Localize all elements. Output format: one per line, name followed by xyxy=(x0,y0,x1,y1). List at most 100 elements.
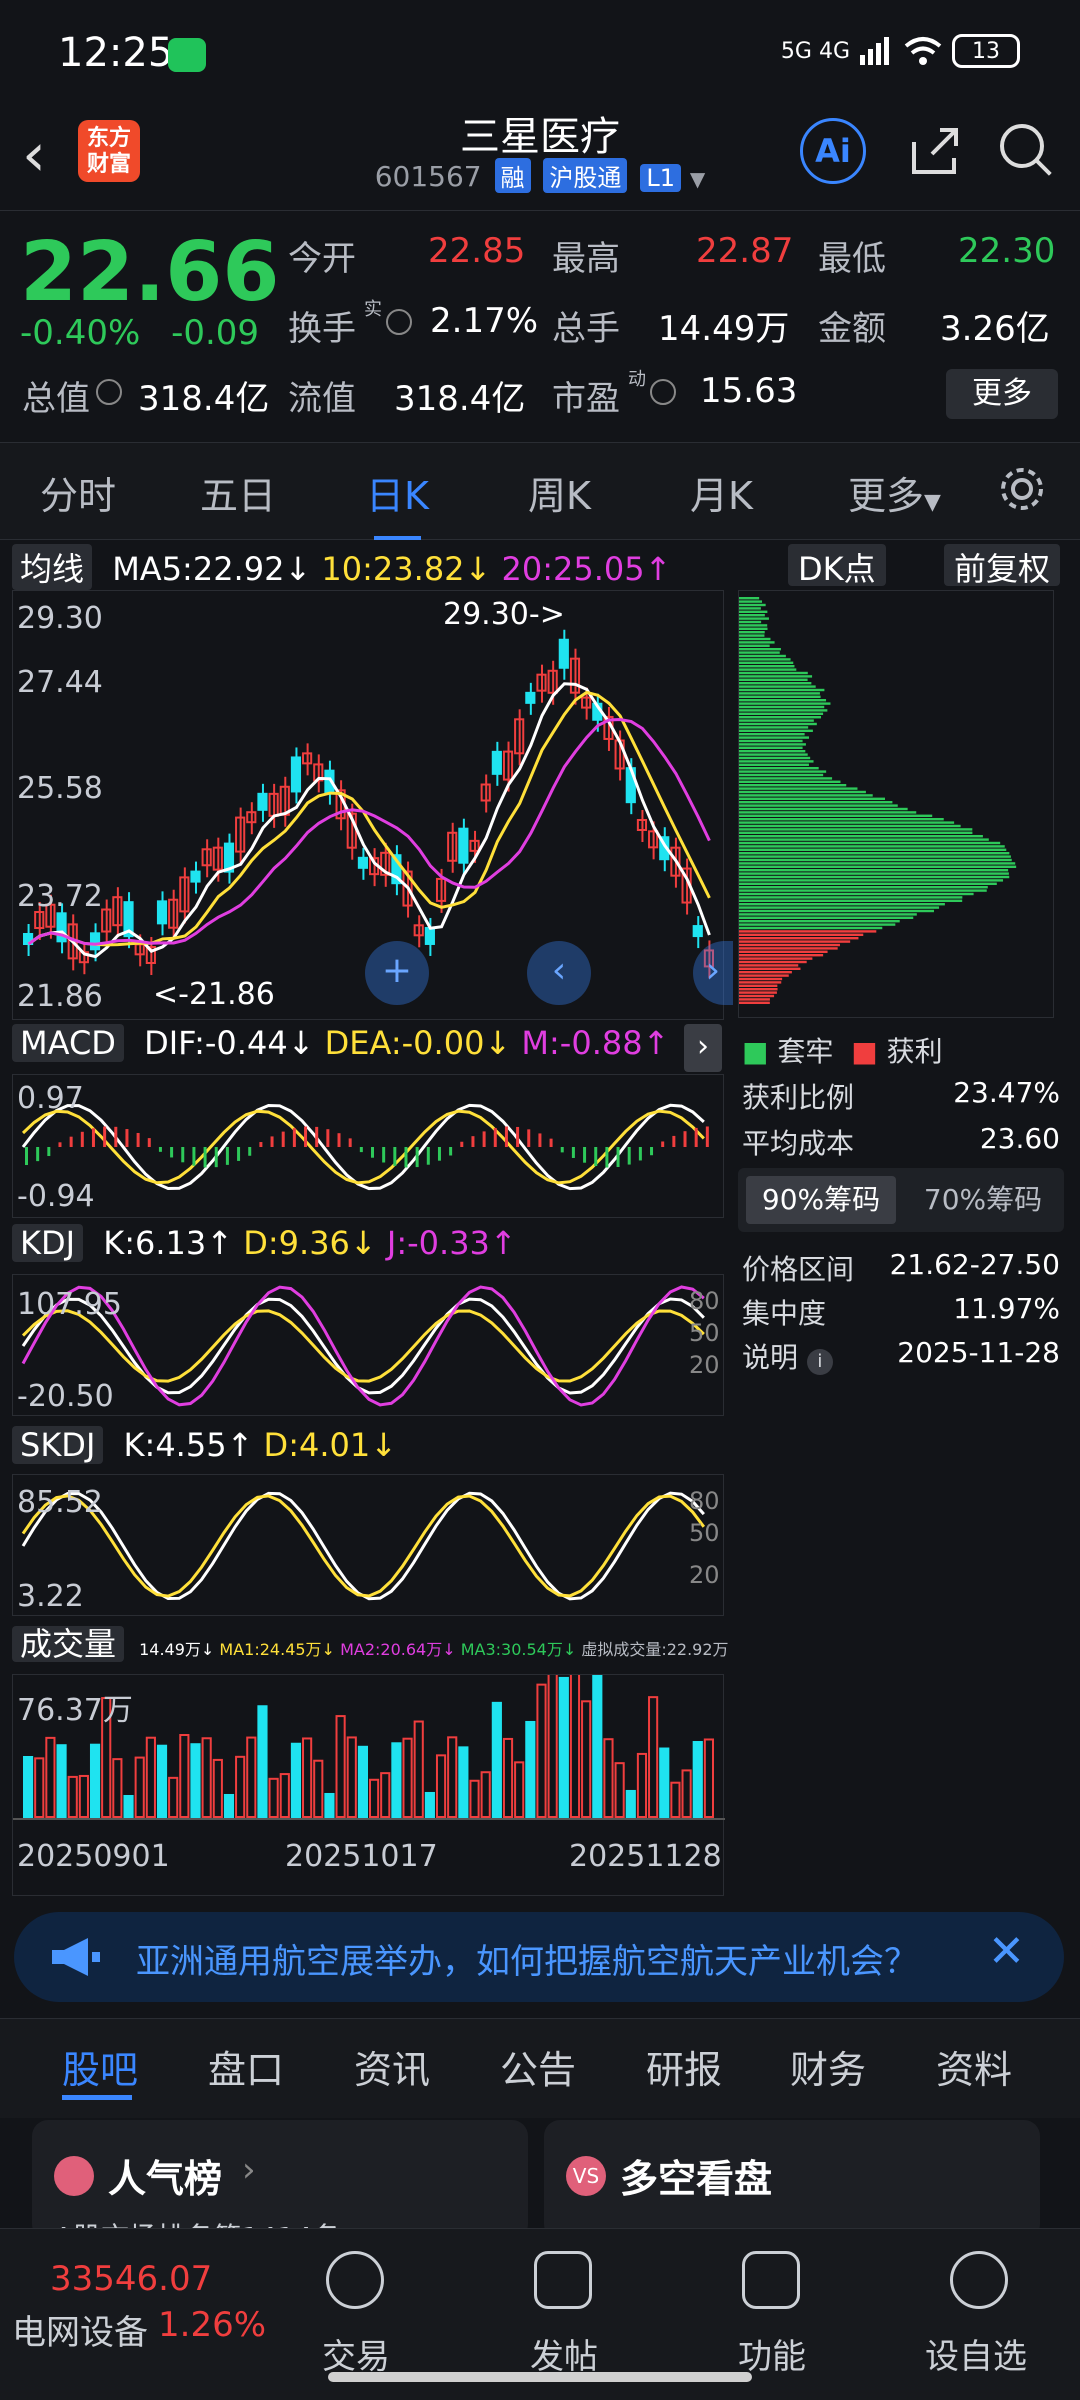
macd-svg xyxy=(13,1075,725,1219)
info-icon[interactable] xyxy=(96,379,122,405)
volume-chart[interactable]: 76.37万 20250901 20251017 20251128 xyxy=(12,1674,724,1896)
tab-orderbook[interactable]: 盘口 xyxy=(208,2039,284,2094)
add-watchlist-button[interactable]: 设自选 xyxy=(906,2329,1046,2378)
mcap-value: 318.4亿 xyxy=(138,371,269,420)
macd-bar xyxy=(326,1129,329,1147)
tab-70-chips[interactable]: 70%筹码 xyxy=(908,1176,1058,1224)
chip-bar xyxy=(739,651,780,653)
kdjsvg-line-1 xyxy=(23,1311,704,1381)
volume-bar xyxy=(24,1757,32,1817)
tab-finance[interactable]: 财务 xyxy=(790,2039,866,2094)
volume-bar xyxy=(46,1738,54,1817)
macd-selector[interactable]: MACD xyxy=(12,1024,124,1062)
macd-bar xyxy=(516,1127,519,1147)
period-tabs: 分时 五日 日K 周K 月K 更多▼ xyxy=(0,442,1080,540)
index-name[interactable]: 电网设备 xyxy=(12,2305,148,2354)
chip-bar xyxy=(739,852,1009,854)
gear-icon[interactable] xyxy=(996,463,1048,515)
macd-bar xyxy=(259,1142,262,1147)
volume-bar xyxy=(526,1722,534,1817)
tab-news[interactable]: 资讯 xyxy=(354,2039,430,2094)
skdj-level: 20 xyxy=(689,1561,720,1589)
chip-bar xyxy=(739,760,814,762)
tab-forum[interactable]: 股吧 xyxy=(62,2039,138,2094)
info-icon[interactable] xyxy=(650,379,676,405)
chevron-down-icon[interactable]: ▼ xyxy=(690,167,705,191)
ai-button[interactable]: Ai xyxy=(800,118,866,184)
tab-more[interactable]: 更多▼ xyxy=(848,465,941,520)
home-indicator[interactable] xyxy=(328,2372,752,2382)
volume-bar xyxy=(493,1703,501,1817)
ma-selector[interactable]: 均线 xyxy=(12,544,92,590)
skdj-chart[interactable]: 85.52 3.22 80 50 20 xyxy=(12,1474,724,1616)
tab-research[interactable]: 研报 xyxy=(646,2039,722,2094)
macd-bar xyxy=(404,1147,407,1167)
info-icon[interactable]: i xyxy=(807,1349,833,1375)
vs-icon: VS xyxy=(566,2156,606,2196)
tab-weekly-k[interactable]: 周K xyxy=(528,465,591,520)
tab-90-chips[interactable]: 90%筹码 xyxy=(746,1176,896,1224)
close-icon[interactable]: ✕ xyxy=(988,1926,1025,1977)
kline-chart[interactable]: 29.30 27.44 25.58 23.72 21.86 29.30-> <-… xyxy=(12,590,724,1020)
kdj-chart[interactable]: 107.95 -20.50 80 50 20 xyxy=(12,1274,724,1416)
dk-point-button[interactable]: DK点 xyxy=(788,544,886,586)
scroll-left-button[interactable]: ‹ xyxy=(527,941,591,1005)
tag-level[interactable]: L1 xyxy=(640,164,681,192)
chip-bar xyxy=(739,597,759,599)
volume-bar xyxy=(437,1755,445,1817)
content-tabs: 股吧 盘口 资讯 公告 研报 财务 资料 xyxy=(0,2018,1080,2118)
candle xyxy=(91,933,99,949)
popularity-card[interactable]: 人气榜 › A股市场排名第1414名 xyxy=(32,2120,528,2240)
chip-bar xyxy=(739,991,777,993)
crosshair-button[interactable]: + xyxy=(365,941,429,1005)
kdj-selector[interactable]: KDJ xyxy=(12,1224,83,1262)
more-button[interactable]: 更多 xyxy=(946,369,1058,419)
grid-icon[interactable] xyxy=(742,2251,800,2309)
volume-bar xyxy=(203,1738,211,1817)
news-banner[interactable]: 亚洲通用航空展举办，如何把握航空航天产业机会？ ✕ xyxy=(14,1912,1064,2002)
legend-profit: 获利 xyxy=(887,1035,943,1068)
chip-bar xyxy=(739,832,972,834)
trade-icon[interactable] xyxy=(326,2251,384,2309)
chip-bar xyxy=(739,821,954,823)
chip-bar xyxy=(739,767,819,769)
expand-panel-button[interactable]: › xyxy=(684,1024,722,1072)
adjust-button[interactable]: 前复权 xyxy=(944,544,1060,586)
volume-bar xyxy=(515,1762,523,1817)
post-button[interactable]: 发帖 xyxy=(494,2329,634,2378)
macd-chart[interactable]: 0.97 -0.94 xyxy=(12,1074,724,1218)
volume-bar xyxy=(292,1744,300,1817)
chip-bar xyxy=(739,617,769,619)
trade-button[interactable]: 交易 xyxy=(286,2329,426,2378)
volume-bar xyxy=(560,1678,568,1817)
skdj-bottom: 3.22 xyxy=(17,1579,84,1614)
volume-selector[interactable]: 成交量 xyxy=(12,1626,124,1662)
bull-bear-card[interactable]: VS 多空看盘 xyxy=(544,2120,1040,2240)
more-dots-icon[interactable] xyxy=(950,2251,1008,2309)
chip-bar xyxy=(739,937,858,939)
tab-profile[interactable]: 资料 xyxy=(936,2039,1012,2094)
tab-5day[interactable]: 五日 xyxy=(200,465,276,520)
macd-bar xyxy=(304,1127,307,1147)
chip-bar xyxy=(739,757,810,759)
tab-intraday[interactable]: 分时 xyxy=(40,465,116,520)
tab-daily-k[interactable]: 日K xyxy=(366,465,429,520)
volume-bar xyxy=(91,1745,99,1817)
post-icon[interactable] xyxy=(534,2251,592,2309)
macd-bar xyxy=(371,1147,374,1158)
chip-bar xyxy=(739,968,800,970)
chip-bar xyxy=(739,859,1012,861)
skdj-selector[interactable]: SKDJ xyxy=(12,1426,103,1464)
volume-bar xyxy=(694,1742,702,1817)
current-price: 22.66 xyxy=(20,225,279,320)
search-icon[interactable] xyxy=(994,118,1060,184)
tab-announcements[interactable]: 公告 xyxy=(500,2039,576,2094)
share-icon[interactable] xyxy=(902,118,968,184)
tab-monthly-k[interactable]: 月K xyxy=(690,465,753,520)
chip-svg xyxy=(739,591,1055,1019)
info-icon[interactable] xyxy=(386,309,412,335)
kdj-k: K:6.13↑ xyxy=(103,1224,233,1262)
skdj-level: 80 xyxy=(689,1487,720,1515)
macd-bar xyxy=(315,1127,318,1147)
function-button[interactable]: 功能 xyxy=(702,2329,842,2378)
